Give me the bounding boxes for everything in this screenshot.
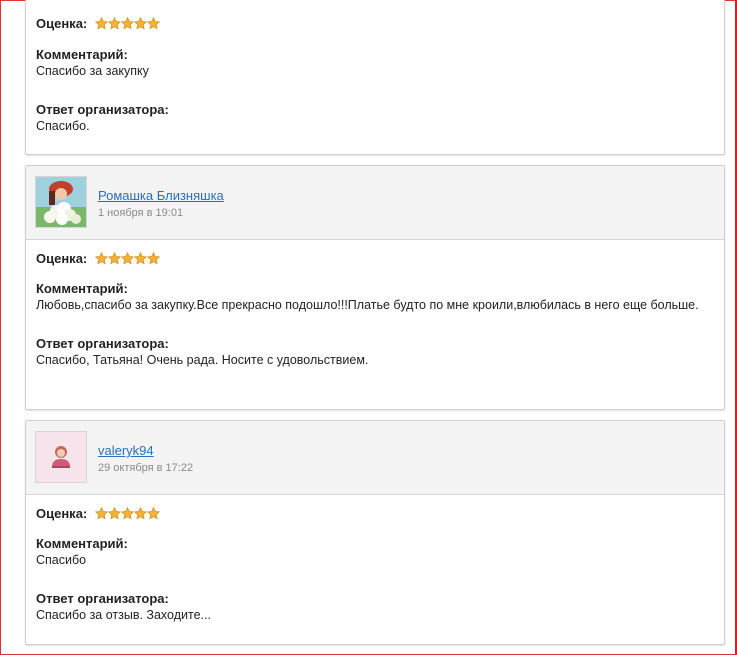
rating-row: Оценка: [36,15,714,31]
star-icon [134,506,148,519]
comment-text: Спасибо [36,553,87,567]
review-card: valeryk94 29 октября в 17:22 Оценка: Ком… [25,420,725,645]
rating-label: Оценка: [36,505,88,521]
rating-stars [95,251,161,265]
star-icon [95,506,109,519]
star-icon [147,16,161,29]
avatar[interactable] [35,176,87,228]
review-card: Оценка: Комментарий: Спасибо за закупку … [25,0,725,155]
answer-text: Спасибо. [36,119,90,133]
answer-label: Ответ организатора: [36,591,169,606]
review-date: 29 октября в 17:22 [98,462,194,474]
rating-row: Оценка: [36,250,714,266]
review-header: Ромашка Близняшка 1 ноября в 19:01 [26,166,724,240]
star-icon [108,506,122,519]
star-icon [134,16,148,29]
star-icon [121,251,135,264]
star-icon [108,16,122,29]
review-card: Ромашка Близняшка 1 ноября в 19:01 Оценк… [25,165,725,410]
star-icon [108,251,122,264]
star-icon [147,506,161,519]
answer-label: Ответ организатора: [36,336,169,351]
avatar[interactable] [35,431,87,483]
star-icon [95,16,109,29]
comment-label: Комментарий: [36,47,128,62]
star-icon [134,251,148,264]
author-link[interactable]: Ромашка Близняшка [98,188,224,203]
review-header: valeryk94 29 октября в 17:22 [26,421,724,495]
rating-stars [95,506,161,520]
answer-text: Спасибо, Татьяна! Очень рада. Носите с у… [36,353,369,367]
star-icon [147,251,161,264]
answer-text: Спасибо за отзыв. Заходите... [36,608,211,622]
star-icon [95,251,109,264]
default-user-icon [36,432,86,482]
star-icon [121,506,135,519]
rating-stars [95,16,161,30]
review-date: 1 ноября в 19:01 [98,207,184,219]
comment-text: Спасибо за закупку [36,64,149,78]
rating-label: Оценка: [36,250,88,266]
frame-border-left [0,0,1,655]
answer-label: Ответ организатора: [36,102,169,117]
rating-label: Оценка: [36,15,88,31]
star-icon [121,16,135,29]
author-link[interactable]: valeryk94 [98,443,154,458]
comment-label: Комментарий: [36,536,128,551]
comment-label: Комментарий: [36,281,128,296]
woman-with-flowers-photo-icon [36,177,86,227]
rating-row: Оценка: [36,505,714,521]
comment-text: Любовь,спасибо за закупку.Все прекрасно … [36,298,699,312]
